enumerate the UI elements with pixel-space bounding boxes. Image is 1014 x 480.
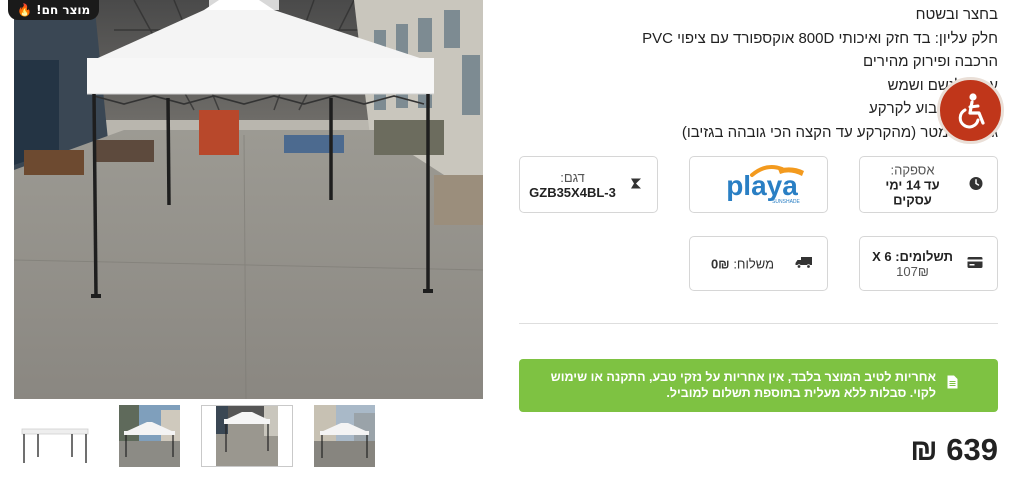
- model-box: דגם: GZB35X4BL-3: [519, 156, 658, 213]
- sku-icon: [629, 176, 643, 193]
- model-value: GZB35X4BL-3: [529, 184, 616, 200]
- brand-logo-box[interactable]: playa SUNSHADE: [689, 156, 828, 213]
- price-amount: 639: [946, 432, 998, 467]
- shipping-box: משלוח: 0₪: [689, 236, 828, 291]
- hot-product-badge: מוצר חם! 🔥: [8, 0, 100, 20]
- accessibility-button[interactable]: [937, 77, 1004, 144]
- model-label: דגם:: [560, 169, 585, 185]
- description-line: גובה: 3 מטר (מהקרקע עד הקצה הכי גובהה בג…: [681, 123, 998, 141]
- delivery-value: עד 14 ימי עסקים: [885, 177, 940, 207]
- thumbnail-1[interactable]: [14, 405, 94, 467]
- description-line: יתדות לקיבוע לקרקע: [869, 100, 998, 117]
- description-line: עמיד לגשם ושמש: [887, 76, 998, 94]
- playa-brand-logo: playa SUNSHADE: [726, 165, 804, 205]
- product-description: בחצר ובשטח חלק עליון: בד חזק ואיכותי 800…: [568, 3, 998, 144]
- warranty-notice: אחריות לטיב המוצר בלבד, אין אחריות על נז…: [519, 359, 998, 412]
- clock-icon: [969, 176, 983, 193]
- thumb-tent-outdoor: [119, 405, 180, 467]
- installments-box: תשלומים: 6 X 107₪: [859, 236, 998, 291]
- shipping-label: משלוח:: [733, 256, 775, 271]
- svg-text:SUNSHADE: SUNSHADE: [772, 199, 800, 205]
- product-price: 639 ₪: [910, 432, 998, 468]
- description-line: הרכבה ופירוק מהירים: [863, 53, 998, 70]
- thumbnail-2[interactable]: [119, 405, 180, 467]
- installments-value: 107₪: [896, 263, 929, 279]
- credit-card-icon: [967, 256, 983, 271]
- thumb-tent-warehouse: [216, 406, 278, 466]
- warranty-text: אחריות לטיב המוצר בלבד, אין אחריות על נז…: [550, 370, 936, 400]
- thumb-tent-white-bg: [14, 405, 94, 467]
- thumbnail-3[interactable]: [201, 405, 293, 467]
- description-line: חלק עליון: בד חזק ואיכותי 800D אוקספורד …: [642, 29, 998, 47]
- installments-label: תשלומים: 6 X: [872, 248, 953, 264]
- document-icon: [947, 375, 958, 393]
- delivery-label: אספקה:: [890, 162, 935, 177]
- tent-photo: [14, 0, 483, 399]
- thumb-tent-parking: [314, 405, 375, 467]
- description-line: בחצר ובשטח: [915, 6, 998, 23]
- shipping-value: 0₪: [710, 256, 730, 271]
- truck-icon: [795, 256, 813, 272]
- delivery-box: אספקה: עד 14 ימי עסקים: [859, 156, 998, 213]
- svg-text:playa: playa: [726, 170, 798, 201]
- section-divider: [519, 323, 998, 324]
- thumbnail-4[interactable]: [314, 405, 375, 467]
- wheelchair-icon: [958, 92, 985, 128]
- price-currency: ₪: [910, 432, 938, 467]
- main-product-image[interactable]: [14, 0, 483, 399]
